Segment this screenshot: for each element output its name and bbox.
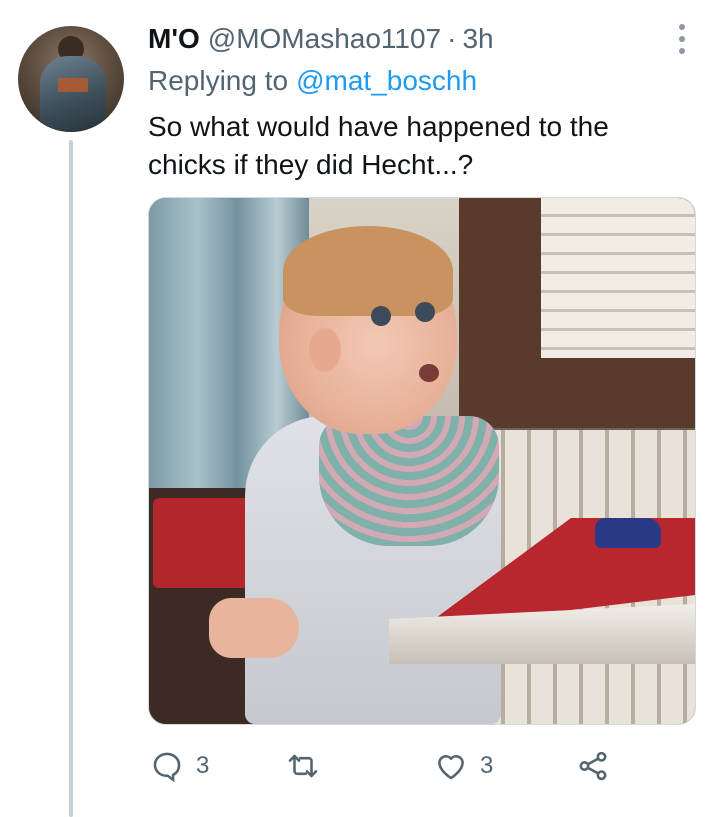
image-child-ear xyxy=(309,328,341,372)
separator-dot: · xyxy=(447,23,457,54)
image-child-mouth xyxy=(419,364,439,382)
share-icon xyxy=(579,751,607,781)
like-count: 3 xyxy=(480,752,494,779)
reply-icon xyxy=(153,752,181,783)
user-handle[interactable]: @MOMashao1107 xyxy=(208,20,441,58)
avatar-jacket xyxy=(40,56,106,132)
share-button[interactable] xyxy=(576,746,610,786)
retweet-button[interactable] xyxy=(286,746,332,786)
more-vertical-icon[interactable] xyxy=(672,24,692,54)
tweet-header: M'O @MOMashao1107 · 3h xyxy=(148,20,660,58)
reply-button[interactable]: 3 xyxy=(150,746,209,786)
tweet-media-image[interactable] xyxy=(148,197,696,725)
image-child-eye xyxy=(371,306,391,326)
image-child-bib xyxy=(319,416,499,546)
thread-line xyxy=(69,140,73,817)
replying-to-label: Replying to xyxy=(148,65,289,96)
heart-icon xyxy=(438,755,464,780)
reply-mention-link[interactable]: @mat_boschh xyxy=(296,65,477,96)
replying-to: Replying to @mat_boschh xyxy=(148,62,477,100)
image-window-blinds xyxy=(541,198,695,358)
timestamp[interactable]: 3h xyxy=(462,20,493,58)
image-child-eye xyxy=(415,302,435,322)
retweet-icon xyxy=(288,754,318,778)
avatar[interactable] xyxy=(18,26,124,132)
more-dot xyxy=(679,36,685,42)
reply-count: 3 xyxy=(196,752,210,779)
avatar-jacket-logo xyxy=(58,78,88,92)
display-name[interactable]: M'O xyxy=(148,20,200,58)
more-dot xyxy=(679,48,685,54)
tweet-actions: 3 3 xyxy=(148,746,618,786)
like-button[interactable]: 3 xyxy=(434,746,493,786)
more-dot xyxy=(679,24,685,30)
image-child-hand xyxy=(209,598,299,658)
image-toy-car xyxy=(595,518,661,548)
tweet-text: So what would have happened to the chick… xyxy=(148,111,609,180)
